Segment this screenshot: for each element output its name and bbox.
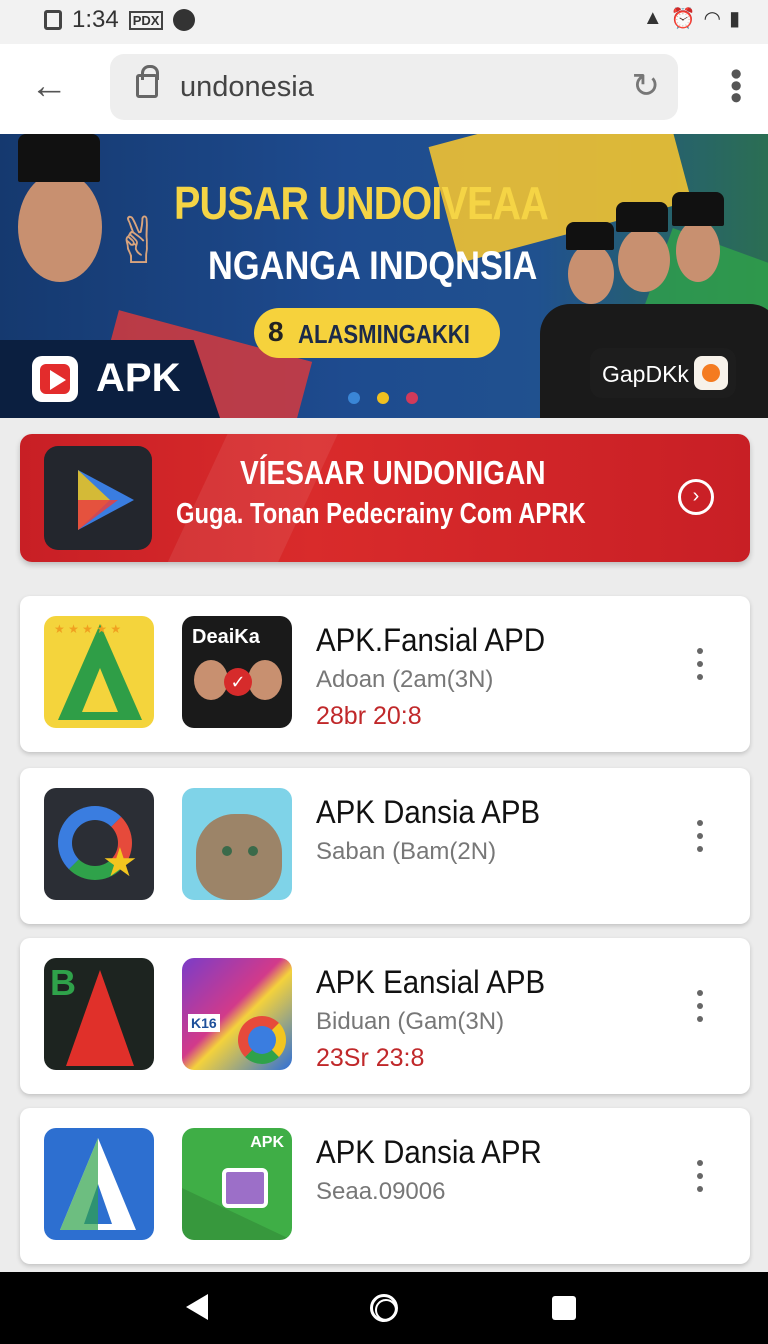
app-icon-arrow: B: [44, 958, 154, 1070]
kebab-menu-icon[interactable]: [690, 648, 710, 698]
app-icon-triangle: ★ ★ ★ ★ ★: [44, 616, 154, 728]
cap-icon: [672, 192, 724, 226]
brand-icon: 8: [268, 316, 284, 347]
app-icon-google: ★: [44, 788, 154, 900]
brand-badge[interactable]: GapDKk: [590, 348, 736, 398]
app-icon-label: DeaiKa: [192, 626, 260, 648]
photo-icon: [44, 10, 62, 30]
url-text[interactable]: undonesia: [180, 71, 314, 104]
overflow-menu-icon[interactable]: •••: [717, 68, 755, 104]
app-title: APK Dansia APR: [316, 1134, 542, 1170]
promo-subtitle: Guga. Tonan Pedecrainy Com APRK: [176, 498, 586, 530]
list-item[interactable]: ★ ★ ★ ★ ★ DeaiKa ✓ APK.Fansial APD Adoan…: [20, 596, 750, 752]
app-date: 28br 20:8: [316, 702, 422, 730]
hero-banner[interactable]: ✌ PUSAR UNDOIVEAA NGANGA INDQNSIA 8 ALAS…: [0, 134, 768, 418]
banner-face-right: [618, 228, 670, 292]
app-subtitle: Biduan (Gam(3N): [316, 1008, 505, 1035]
play-store-icon: [44, 446, 152, 550]
carousel-dot[interactable]: [406, 392, 418, 404]
app-title: APK Eansial APB: [316, 964, 546, 1000]
app-subtitle: Seaa.09006: [316, 1178, 446, 1205]
system-nav-bar: [0, 1272, 768, 1344]
app-date: 23Sr 23:8: [316, 1044, 425, 1072]
apk-badge-label: APK: [96, 356, 181, 400]
app-icon-label: APK: [250, 1134, 284, 1151]
app-subtitle: Saban (Bam(2N): [316, 838, 497, 865]
brand-badge-label: GapDKk: [602, 361, 689, 387]
apk-badge[interactable]: APK: [0, 340, 220, 418]
app-icon-letter-a: [44, 1128, 154, 1240]
nav-back-icon[interactable]: [186, 1294, 208, 1320]
signal-icon: ▲: [642, 7, 663, 29]
lock-icon: [136, 65, 159, 98]
cap-icon: [566, 222, 614, 250]
app-icon-chrome: K16: [182, 958, 292, 1070]
app-title: APK.Fansial APD: [316, 622, 546, 658]
back-arrow-icon[interactable]: ←: [30, 66, 74, 110]
kebab-menu-icon[interactable]: [690, 820, 710, 870]
cap-icon: [18, 134, 100, 182]
browser-toolbar: ← undonesia ↻ •••: [0, 44, 768, 134]
star-icon: ★: [102, 841, 138, 885]
app-subtitle: Adoan (2am(3N): [316, 666, 494, 693]
carousel-dot[interactable]: [377, 392, 389, 404]
promo-card[interactable]: VÍESAAR UNDONIGAN Guga. Tonan Pedecrainy…: [20, 434, 750, 562]
banner-face-right: [676, 220, 720, 282]
banner-subtitle: NGANGA INDQNSIA: [208, 244, 538, 288]
app-icon-photo: DeaiKa ✓: [182, 616, 292, 728]
status-time: 1:34: [72, 6, 119, 33]
banner-title: PUSAR UNDOIVEAA: [174, 177, 549, 229]
battery-icon: ▮: [728, 8, 740, 30]
reload-icon[interactable]: ↻: [632, 66, 661, 106]
banner-pill-button[interactable]: 8 ALASMINGAKKI: [254, 308, 500, 358]
carousel-dot[interactable]: [348, 392, 360, 404]
app-icon-apk: APK: [182, 1128, 292, 1240]
app-icon-label: K16: [188, 1014, 220, 1032]
kebab-menu-icon[interactable]: [690, 1160, 710, 1210]
app-title: APK Dansia APB: [316, 794, 541, 830]
wifi-icon: ◠: [703, 8, 721, 30]
nav-recents-icon[interactable]: [552, 1296, 576, 1320]
play-triangle-icon: [78, 500, 118, 530]
kebab-menu-icon[interactable]: [690, 990, 710, 1040]
play-triangle-icon: [50, 370, 66, 390]
banner-face-right: [568, 244, 614, 304]
promo-title: VÍESAAR UNDONIGAN: [240, 454, 546, 491]
peace-sign-icon: ✌: [112, 205, 166, 277]
address-bar[interactable]: undonesia ↻: [110, 54, 678, 120]
banner-pill-label: ALASMINGAKKI: [298, 319, 470, 349]
app-icon-cat: [182, 788, 292, 900]
list-item[interactable]: B K16 APK Eansial APB Biduan (Gam(3N) 23…: [20, 938, 750, 1094]
messenger-icon: [173, 9, 196, 31]
nav-home-icon[interactable]: [370, 1294, 398, 1322]
list-item[interactable]: ★ APK Dansia APB Saban (Bam(2N): [20, 768, 750, 924]
cap-icon: [616, 202, 668, 232]
list-item[interactable]: APK APK Dansia APR Seaa.09006: [20, 1108, 750, 1264]
carousel-indicator[interactable]: [348, 392, 418, 404]
chevron-right-icon[interactable]: ›: [678, 479, 714, 515]
status-bar: 1:34 PDX ▲ ⏰ ◠ ▮: [0, 0, 768, 44]
duck-icon: [694, 356, 728, 390]
banner-face-left: [18, 172, 102, 282]
calendar-icon: PDX: [128, 10, 164, 30]
alarm-icon: ⏰: [670, 8, 696, 30]
